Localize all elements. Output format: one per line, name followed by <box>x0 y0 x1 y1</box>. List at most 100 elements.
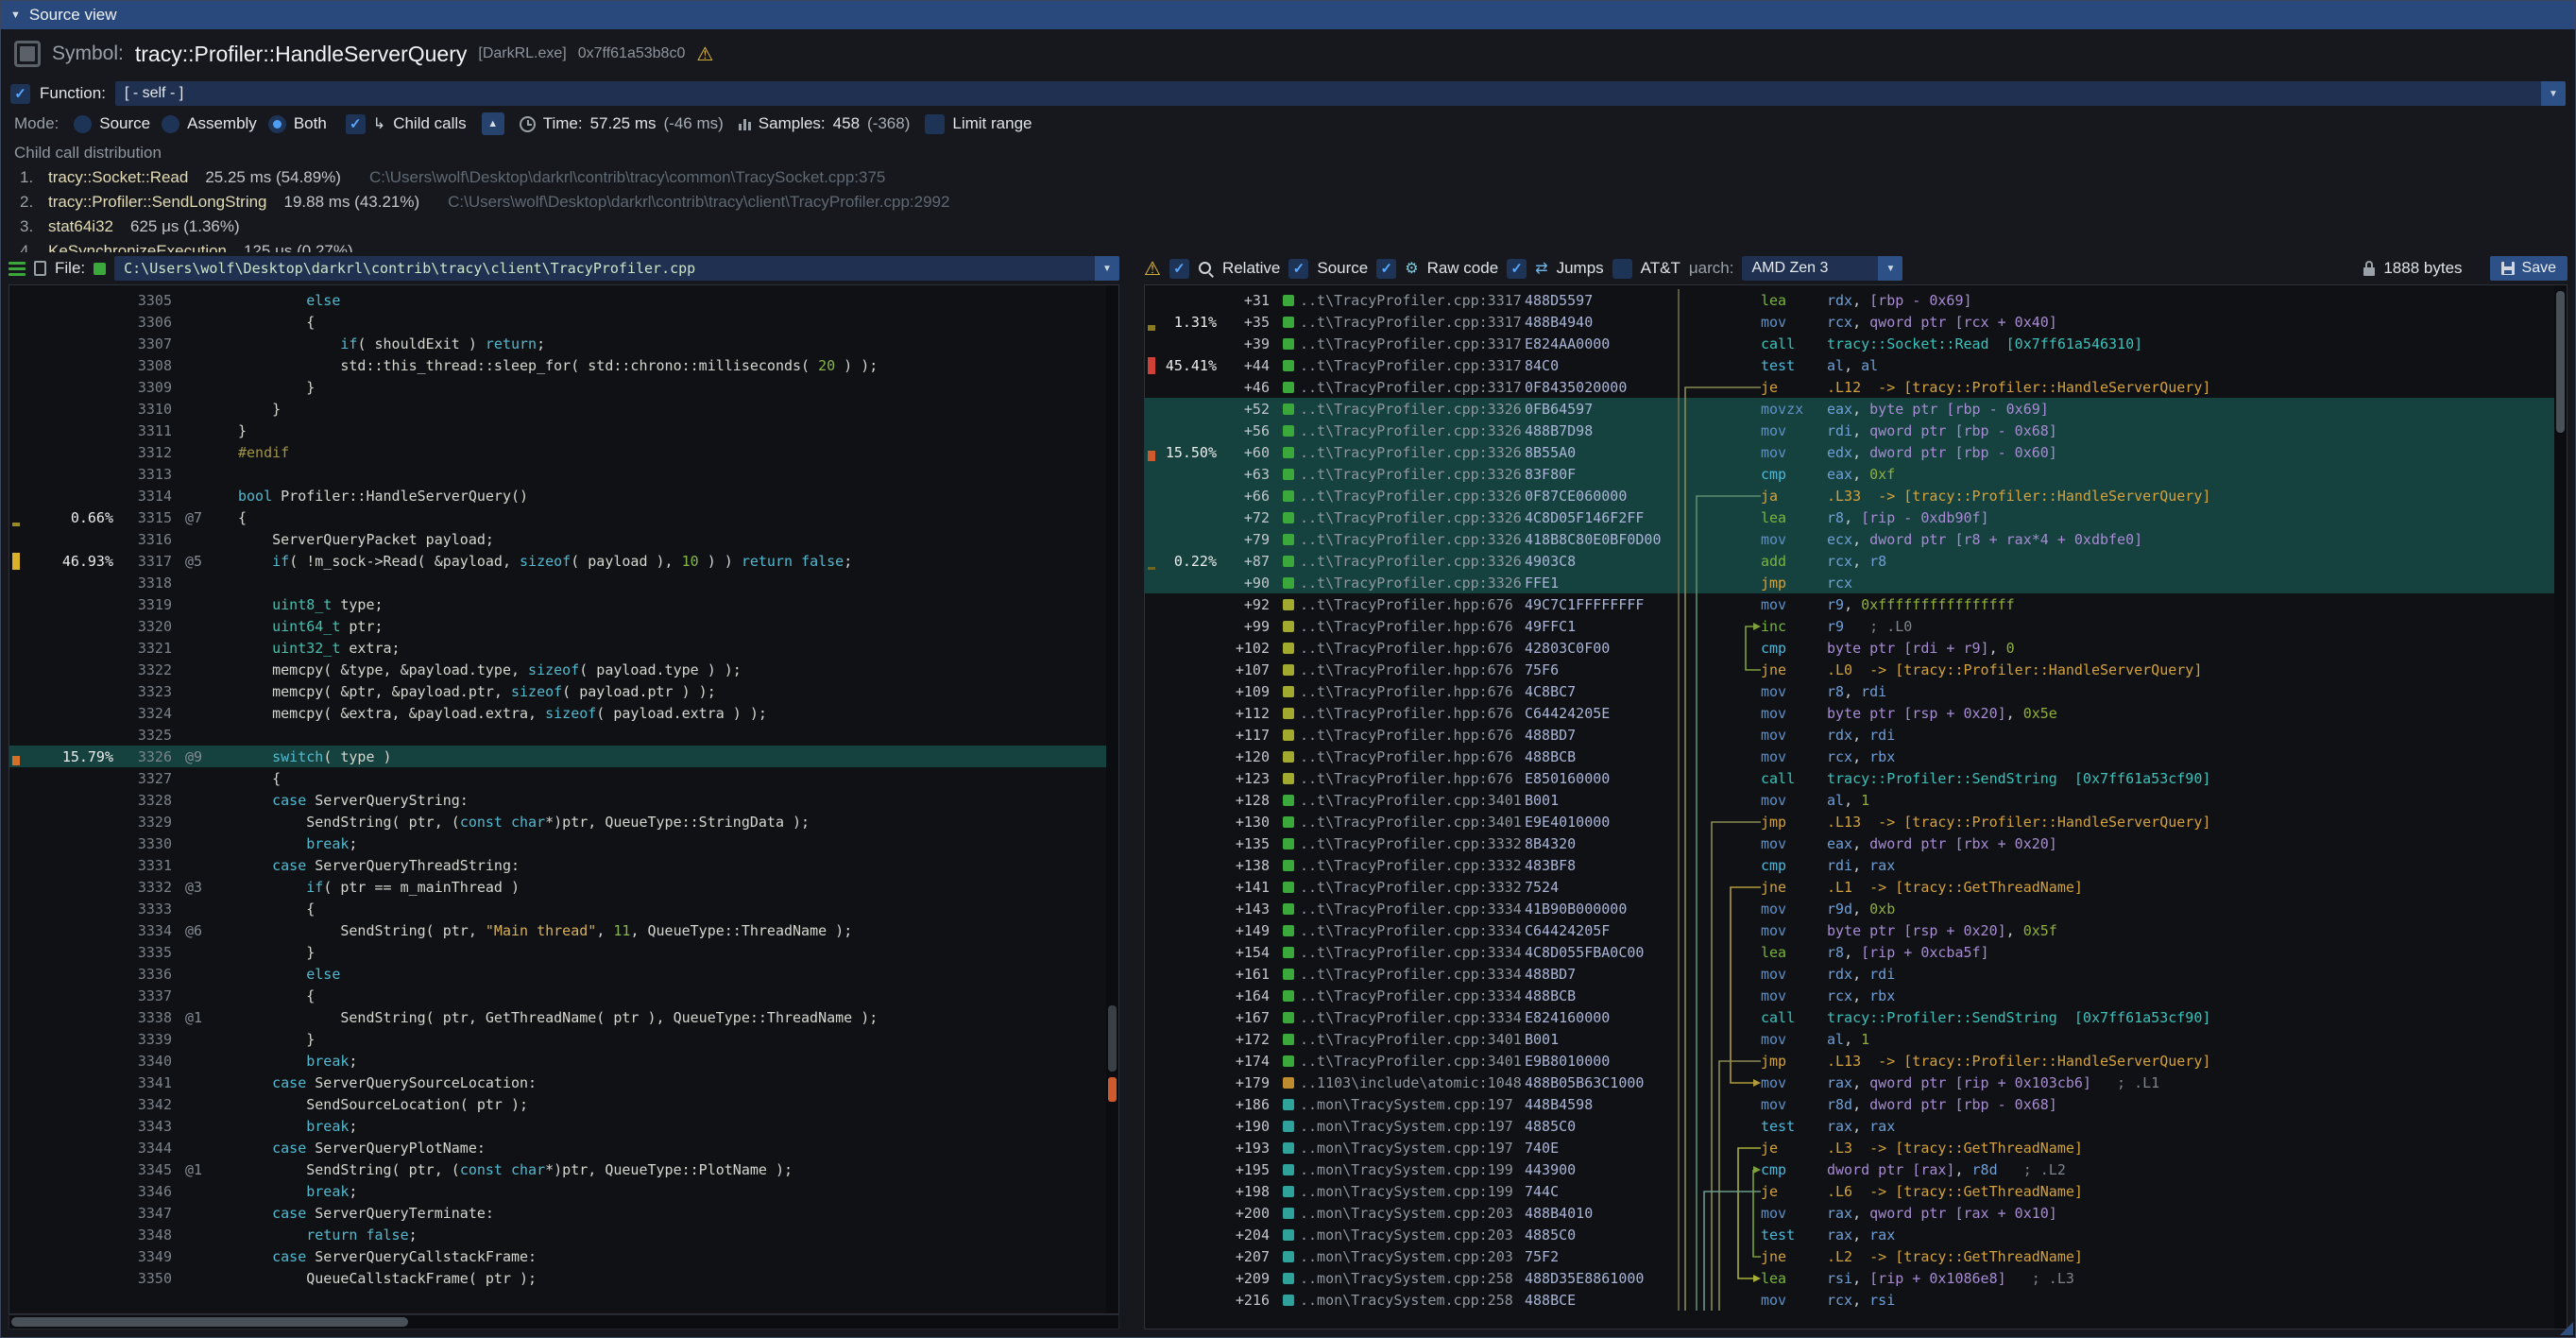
source-line[interactable]: 3347 case ServerQueryTerminate: <box>9 1202 1106 1224</box>
source-line[interactable]: 3322 memcpy( &type, &payload.type, sizeo… <box>9 659 1106 680</box>
file-list-icon[interactable] <box>9 262 26 276</box>
assembly-row[interactable]: +154..t\TracyProfiler.cpp:33344C8D055FBA… <box>1145 941 2554 963</box>
source-line[interactable]: 3308 std::this_thread::sleep_for( std::c… <box>9 354 1106 376</box>
assembly-row[interactable]: +52..t\TracyProfiler.cpp:33260FB64597mov… <box>1145 398 2554 420</box>
assembly-row[interactable]: +161..t\TracyProfiler.cpp:3334488BD7movr… <box>1145 963 2554 985</box>
source-line[interactable]: 3319 uint8_t type; <box>9 593 1106 615</box>
assembly-row[interactable]: +79..t\TracyProfiler.cpp:3326418B8C80E0B… <box>1145 528 2554 550</box>
source-line[interactable]: 3307 if( shouldExit ) return; <box>9 333 1106 354</box>
assembly-scrollbar-handle[interactable] <box>2556 291 2565 433</box>
raw-code-checkbox[interactable]: ✓ <box>1376 259 1396 279</box>
assembly-row[interactable]: +109..t\TracyProfiler.hpp:6764C8BC7movr8… <box>1145 680 2554 702</box>
assembly-row[interactable]: +66..t\TracyProfiler.cpp:33260F87CE06000… <box>1145 485 2554 506</box>
relative-checkbox[interactable]: ✓ <box>1169 259 1189 279</box>
source-line[interactable]: 3349 case ServerQueryCallstackFrame: <box>9 1245 1106 1267</box>
assembly-row[interactable]: +130..t\TracyProfiler.cpp:3401E9E4010000… <box>1145 811 2554 832</box>
assembly-row[interactable]: +179..1103\include\atomic:1048488B05B63C… <box>1145 1072 2554 1093</box>
source-line[interactable]: 3330 break; <box>9 832 1106 854</box>
source-line[interactable]: 3306 { <box>9 311 1106 333</box>
assembly-row[interactable]: +99..t\TracyProfiler.hpp:67649FFC1incr9 … <box>1145 615 2554 637</box>
assembly-row[interactable]: +204..mon\TracySystem.cpp:2034885C0testr… <box>1145 1224 2554 1245</box>
mode-radio-source[interactable]: Source <box>74 114 150 133</box>
source-line[interactable]: 3338@1 SendString( ptr, GetThreadName( p… <box>9 1006 1106 1028</box>
source-line[interactable]: 3336 else <box>9 963 1106 985</box>
mode-radio-assembly[interactable]: Assembly <box>162 114 257 133</box>
source-line[interactable]: 3339 } <box>9 1028 1106 1050</box>
assembly-row[interactable]: +128..t\TracyProfiler.cpp:3401B001moval,… <box>1145 789 2554 811</box>
assembly-row[interactable]: +143..t\TracyProfiler.cpp:333441B90B0000… <box>1145 898 2554 919</box>
assembly-row[interactable]: +172..t\TracyProfiler.cpp:3401B001moval,… <box>1145 1028 2554 1050</box>
assembly-row[interactable]: +31..t\TracyProfiler.cpp:3317488D5597lea… <box>1145 289 2554 311</box>
source-line[interactable]: 3316 ServerQueryPacket payload; <box>9 528 1106 550</box>
source-line[interactable]: 3344 case ServerQueryPlotName: <box>9 1137 1106 1158</box>
assembly-row[interactable]: +190..mon\TracySystem.cpp:1974885C0testr… <box>1145 1115 2554 1137</box>
file-combo[interactable]: C:\Users\wolf\Desktop\darkrl\contrib\tra… <box>114 256 1119 281</box>
assembly-row[interactable]: +164..t\TracyProfiler.cpp:3334488BCBmovr… <box>1145 985 2554 1006</box>
source-line[interactable]: 3314bool Profiler::HandleServerQuery() <box>9 485 1106 506</box>
source-horizontal-scrollbar[interactable] <box>9 1314 1119 1329</box>
assembly-row[interactable]: +102..t\TracyProfiler.hpp:67642803C0F00c… <box>1145 637 2554 659</box>
source-line[interactable]: 3305 else <box>9 289 1106 311</box>
child-call-entry[interactable]: 3.stat64i32625 μs (1.36%) <box>14 214 2562 239</box>
source-line[interactable]: 3333 { <box>9 898 1106 919</box>
mode-radio-both[interactable]: Both <box>268 114 327 133</box>
assembly-row[interactable]: +138..t\TracyProfiler.cpp:3332483BF8cmpr… <box>1145 854 2554 876</box>
source-line[interactable]: 3332@3 if( ptr == m_mainThread ) <box>9 876 1106 898</box>
source-line[interactable]: 3346 break; <box>9 1180 1106 1202</box>
asm-source-checkbox[interactable]: ✓ <box>1288 259 1308 279</box>
assembly-row[interactable]: +112..t\TracyProfiler.hpp:676C64424205Em… <box>1145 702 2554 724</box>
assembly-row[interactable]: +90..t\TracyProfiler.cpp:3326FFE1jmprcx <box>1145 572 2554 593</box>
source-line[interactable]: 3327 { <box>9 767 1106 789</box>
source-line[interactable]: 0.66%3315@7{ <box>9 506 1106 528</box>
source-line[interactable]: 3341 case ServerQuerySourceLocation: <box>9 1072 1106 1093</box>
assembly-row[interactable]: 0.22%+87..t\TracyProfiler.cpp:33264903C8… <box>1145 550 2554 572</box>
source-line[interactable]: 3329 SendString( ptr, (const char*)ptr, … <box>9 811 1106 832</box>
assembly-row[interactable]: +167..t\TracyProfiler.cpp:3334E824160000… <box>1145 1006 2554 1028</box>
source-line[interactable]: 3334@6 SendString( ptr, "Main thread", 1… <box>9 919 1106 941</box>
assembly-row[interactable]: +46..t\TracyProfiler.cpp:33170F843502000… <box>1145 376 2554 398</box>
assembly-row[interactable]: +120..t\TracyProfiler.hpp:676488BCBmovrc… <box>1145 746 2554 767</box>
resize-grip[interactable] <box>2560 1322 2573 1335</box>
assembly-vertical-scrollbar[interactable] <box>2554 285 2567 1329</box>
assembly-row[interactable]: +207..mon\TracySystem.cpp:20375F2jne.L2 … <box>1145 1245 2554 1267</box>
assembly-row[interactable]: 45.41%+44..t\TracyProfiler.cpp:331784C0t… <box>1145 354 2554 376</box>
assembly-row[interactable]: +174..t\TracyProfiler.cpp:3401E9B8010000… <box>1145 1050 2554 1072</box>
source-line[interactable]: 3335 } <box>9 941 1106 963</box>
assembly-row[interactable]: +193..mon\TracySystem.cpp:197740Eje.L3 -… <box>1145 1137 2554 1158</box>
source-line[interactable]: 3342 SendSourceLocation( ptr ); <box>9 1093 1106 1115</box>
assembly-row[interactable]: +209..mon\TracySystem.cpp:258488D35E8861… <box>1145 1267 2554 1289</box>
source-hscrollbar-handle[interactable] <box>11 1317 408 1327</box>
collapse-triangle-icon[interactable]: ▼ <box>10 9 21 21</box>
source-line[interactable]: 3310 } <box>9 398 1106 420</box>
limit-range-checkbox[interactable]: ✓ <box>925 114 945 134</box>
child-calls-checkbox[interactable]: ✓ <box>346 114 366 134</box>
source-line[interactable]: 3309 } <box>9 376 1106 398</box>
assembly-row[interactable]: +72..t\TracyProfiler.cpp:33264C8D05F146F… <box>1145 506 2554 528</box>
limit-range-toggle[interactable]: ✓ Limit range <box>925 114 1032 134</box>
source-line[interactable]: 3312#endif <box>9 441 1106 463</box>
function-combo[interactable]: [ - self - ] ▼ <box>115 81 2566 106</box>
assembly-row[interactable]: +117..t\TracyProfiler.hpp:676488BD7movrd… <box>1145 724 2554 746</box>
assembly-row[interactable]: +107..t\TracyProfiler.hpp:67675F6jne.L0 … <box>1145 659 2554 680</box>
assembly-row[interactable]: +141..t\TracyProfiler.cpp:33327524jne.L1… <box>1145 876 2554 898</box>
assembly-row[interactable]: +198..mon\TracySystem.cpp:199744Cje.L6 -… <box>1145 1180 2554 1202</box>
assembly-row[interactable]: +56..t\TracyProfiler.cpp:3326488B7D98mov… <box>1145 420 2554 441</box>
assembly-row[interactable]: +149..t\TracyProfiler.cpp:3334C64424205F… <box>1145 919 2554 941</box>
source-line[interactable]: 3340 break; <box>9 1050 1106 1072</box>
assembly-row[interactable]: +135..t\TracyProfiler.cpp:33328B4320move… <box>1145 832 2554 854</box>
source-vertical-scrollbar[interactable] <box>1106 285 1118 1313</box>
assembly-row[interactable]: +123..t\TracyProfiler.hpp:676E850160000c… <box>1145 767 2554 789</box>
att-checkbox[interactable]: ✓ <box>1612 259 1632 279</box>
source-line[interactable]: 3324 memcpy( &extra, &payload.extra, siz… <box>9 702 1106 724</box>
source-line[interactable]: 3320 uint64_t ptr; <box>9 615 1106 637</box>
source-line[interactable]: 3337 { <box>9 985 1106 1006</box>
window-titlebar[interactable]: ▼ Source view <box>1 1 2575 29</box>
source-line[interactable]: 3321 uint32_t extra; <box>9 637 1106 659</box>
parent-frame-button[interactable]: ▲ <box>482 112 504 135</box>
source-line[interactable]: 3325 <box>9 724 1106 746</box>
source-line[interactable]: 3331 case ServerQueryThreadString: <box>9 854 1106 876</box>
child-call-entry[interactable]: 4.KeSynchronizeExecution125 μs (0.27%) <box>14 239 2562 252</box>
uarch-combo[interactable]: AMD Zen 3 ▼ <box>1742 256 1902 281</box>
save-button[interactable]: Save <box>2490 256 2567 281</box>
assembly-row[interactable]: 1.31%+35..t\TracyProfiler.cpp:3317488B49… <box>1145 311 2554 333</box>
